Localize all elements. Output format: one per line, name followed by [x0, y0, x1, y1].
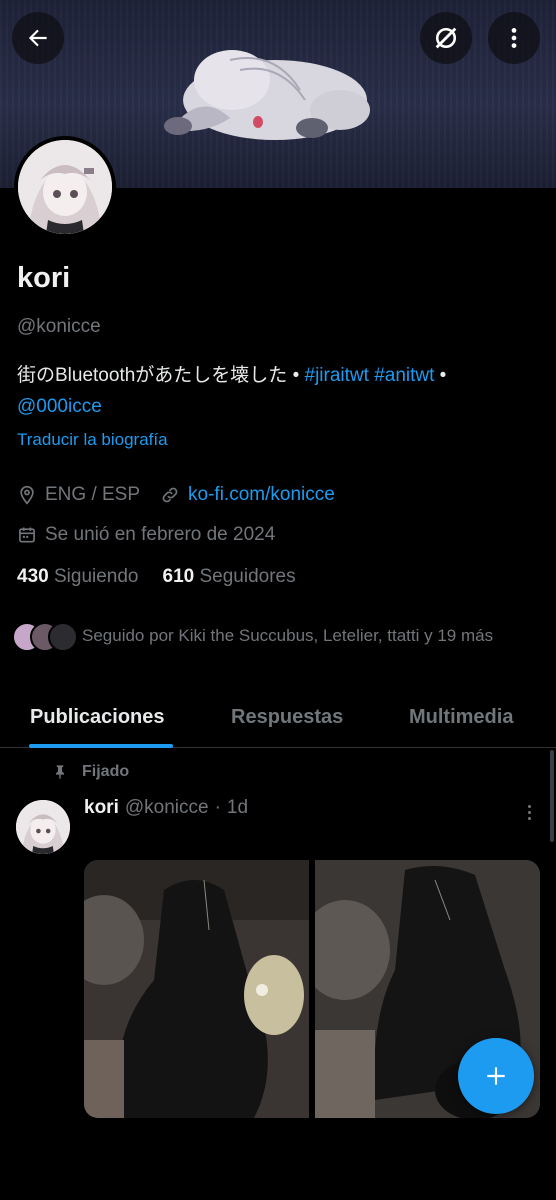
followers-stat[interactable]: 610 Seguidores	[163, 566, 296, 588]
more-vertical-icon	[527, 804, 531, 808]
following-count: 430	[17, 566, 49, 587]
post-time: 1d	[226, 797, 249, 818]
pin-icon	[52, 763, 68, 781]
follower-avatar	[48, 622, 78, 652]
profile-joined-row: Se unió en febrero de 2024	[17, 524, 275, 546]
avatar-image	[16, 800, 70, 854]
bio-hashtag-jiraitwt[interactable]: #jiraitwt	[305, 365, 369, 386]
post-author-avatar[interactable]	[16, 800, 70, 854]
followers-label: Seguidores	[199, 566, 296, 587]
profile-joined-date: Se unió en febrero de 2024	[45, 524, 276, 545]
tab-multimedia[interactable]: Multimedia	[409, 706, 513, 729]
pinned-indicator: Fijado	[52, 763, 129, 781]
more-options-button[interactable]	[488, 12, 540, 64]
post-header: kori @konicce · 1d	[84, 797, 248, 819]
grok-icon	[432, 24, 460, 52]
photo-image	[84, 860, 309, 1118]
back-arrow-icon	[25, 25, 51, 51]
link-icon	[160, 485, 180, 505]
tab-respuestas[interactable]: Respuestas	[231, 706, 343, 729]
followed-by-text[interactable]: Seguido por Kiki the Succubus, Letelier,…	[82, 622, 542, 649]
followers-count: 610	[162, 566, 195, 587]
location-icon	[17, 485, 37, 505]
post-photo-1[interactable]	[84, 860, 309, 1118]
plus-icon	[483, 1063, 509, 1089]
post-author-handle[interactable]: @konicce	[125, 797, 209, 819]
profile-location: ENG / ESP	[45, 484, 141, 505]
translate-bio-link[interactable]: Traducir la biografía	[17, 430, 168, 450]
tab-publicaciones[interactable]: Publicaciones	[30, 706, 165, 729]
profile-location-row: ENG / ESP ko-fi.com/konicce	[17, 484, 335, 506]
profile-bio: 街のBluetoothがあたしを壊した • #jiraitwt #anitwt …	[17, 360, 537, 422]
profile-tabs: Publicaciones Respuestas Multimedia	[0, 686, 556, 748]
profile-website-link[interactable]: ko-fi.com/konicce	[188, 484, 335, 506]
profile-stats: 430 Siguiendo 610 Seguidores	[17, 566, 296, 588]
calendar-icon	[17, 525, 37, 545]
following-stat[interactable]: 430 Siguiendo	[17, 566, 139, 588]
avatar-image	[18, 140, 112, 234]
back-button[interactable]	[12, 12, 64, 64]
compose-button[interactable]	[458, 1038, 534, 1114]
followed-by-avatars[interactable]	[12, 622, 78, 652]
bio-hashtag-anitwt[interactable]: #anitwt	[374, 365, 434, 386]
following-label: Siguiendo	[53, 566, 139, 587]
profile-name: kori	[17, 262, 71, 294]
profile-handle: @konicce	[17, 316, 101, 337]
active-tab-indicator	[29, 744, 173, 748]
bio-separator: •	[434, 365, 447, 386]
more-vertical-icon	[501, 25, 527, 51]
bio-text: 街のBluetoothがあたしを壊した •	[17, 365, 305, 386]
scrollbar[interactable]	[550, 750, 554, 842]
profile-avatar[interactable]	[14, 136, 116, 238]
bio-mention[interactable]: @000icce	[17, 396, 102, 417]
grok-button[interactable]	[420, 12, 472, 64]
post-more-button[interactable]	[520, 800, 538, 824]
post-separator: ·	[214, 797, 221, 818]
pinned-label: Fijado	[82, 763, 130, 780]
post-author-name[interactable]: kori	[84, 797, 119, 819]
